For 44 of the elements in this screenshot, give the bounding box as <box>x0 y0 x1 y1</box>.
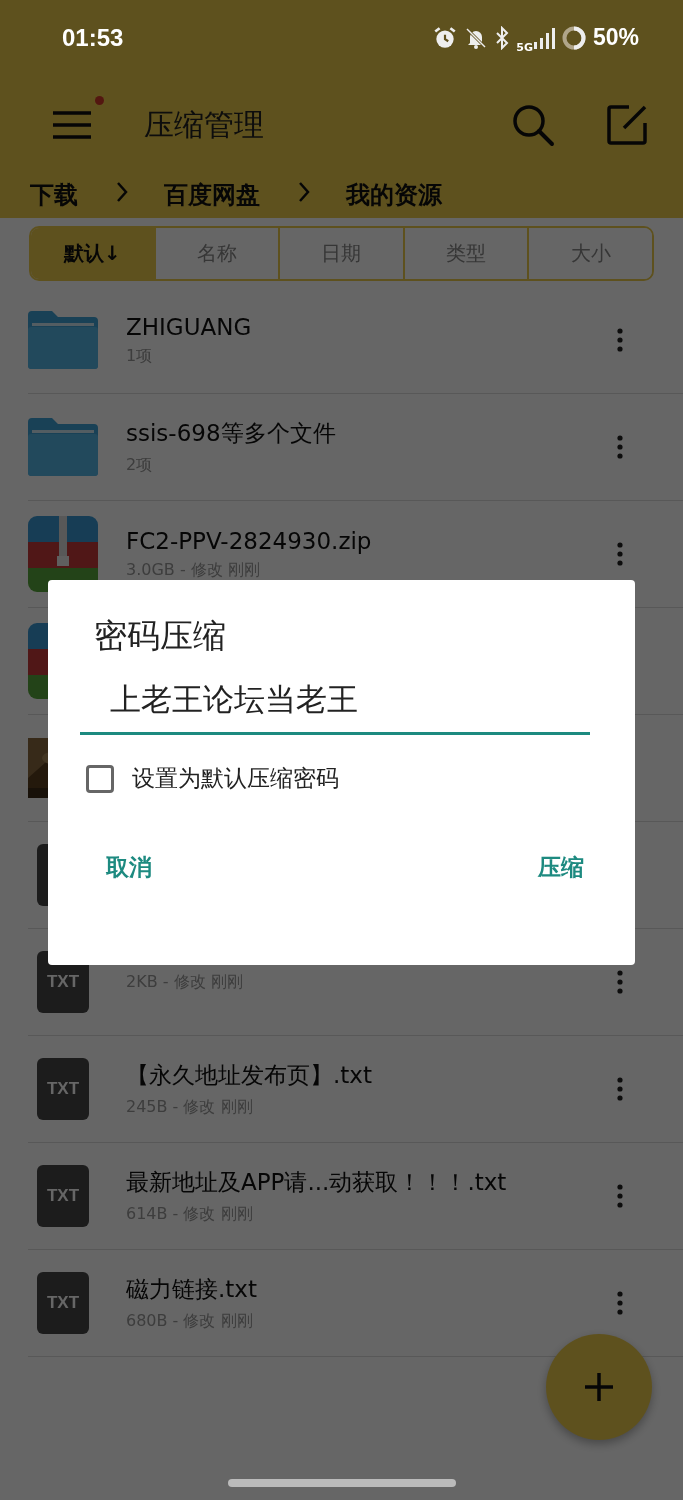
dialog-button[interactable]: 取消 <box>100 848 158 888</box>
plus-icon <box>584 1372 614 1402</box>
text-file-icon: TXT <box>37 1272 89 1334</box>
more-vert-icon <box>617 435 623 459</box>
more-vert-icon <box>617 328 623 352</box>
file-name: ssis-698等多个文件 <box>126 419 337 448</box>
dialog-title: 密码压缩 <box>94 618 227 655</box>
signal-icon <box>532 25 555 50</box>
file-name: 【永久地址发布页】.txt <box>126 1061 373 1090</box>
file-name: 最新地址及APP请...动获取！！！.txt <box>126 1168 508 1197</box>
checkbox-label: 设置为默认压缩密码 <box>132 764 339 794</box>
screen-title: 压缩管理 <box>144 105 264 144</box>
network-label: 5G <box>516 41 533 54</box>
breadcrumb-item[interactable]: 下载 <box>30 175 78 207</box>
checkbox[interactable] <box>86 764 114 793</box>
file-name: FC2-PPV-2824930.zip <box>126 527 373 554</box>
text-file-icon: TXT <box>37 1058 89 1120</box>
more-vert-icon <box>617 1184 623 1208</box>
breadcrumb-item[interactable]: 我的资源 <box>346 175 442 207</box>
chevron-right-icon <box>298 181 310 203</box>
folder-icon <box>28 418 98 476</box>
more-vert-icon <box>617 1077 623 1101</box>
breadcrumb-item[interactable]: 百度网盘 <box>164 175 260 207</box>
password-field[interactable]: 上老王论坛当老王 <box>80 682 590 736</box>
search-icon <box>511 103 555 147</box>
battery-icon <box>560 24 587 51</box>
sort-tab[interactable]: 默认↓ <box>31 228 154 279</box>
bell-off-icon <box>464 25 489 50</box>
dialog-button[interactable]: 压缩 <box>532 848 590 888</box>
menu-icon <box>52 110 92 140</box>
search-button[interactable] <box>511 103 555 147</box>
status-time: 01:53 <box>62 23 124 52</box>
edit-button[interactable] <box>607 105 647 145</box>
file-name: ZHIGUANG <box>126 313 253 340</box>
chevron-right-icon <box>116 181 128 203</box>
edit-icon <box>607 105 647 145</box>
bluetooth-icon <box>494 25 511 50</box>
battery-level: 50% <box>592 24 639 51</box>
more-vert-icon <box>617 542 623 566</box>
more-vert-icon <box>617 970 623 994</box>
file-name: 磁力链接.txt <box>126 1275 258 1304</box>
more-vert-icon <box>617 1291 623 1315</box>
text-file-icon: TXT <box>37 1165 89 1227</box>
folder-icon <box>28 311 98 369</box>
